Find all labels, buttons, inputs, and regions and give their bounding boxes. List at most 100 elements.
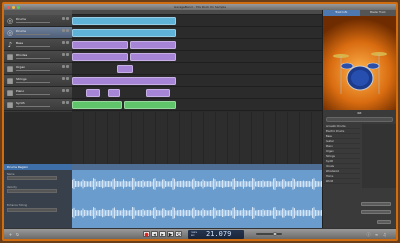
save-button[interactable] [377,220,391,224]
mute-button[interactable] [62,17,65,20]
zoom-button[interactable] [17,5,20,9]
track-volume-slider[interactable] [16,70,50,71]
solo-button[interactable] [66,53,69,56]
add-track-icon[interactable]: + [8,232,13,237]
track-row[interactable]: ▦ Strings [4,75,72,87]
cycle-button[interactable]: ⟲ [175,231,182,238]
midi-region[interactable] [72,41,128,49]
audio-region[interactable] [72,101,122,109]
media-icon[interactable]: ♫ [382,232,387,237]
loop-icon[interactable]: ∞ [374,232,379,237]
waveform-display[interactable] [72,170,322,228]
editor-title: Drums Region [4,164,72,170]
audio-region[interactable] [72,29,176,37]
midi-region[interactable] [130,53,176,61]
waveform-bar [118,181,120,187]
volume-knob[interactable] [273,232,277,236]
waveform-bar [255,181,256,187]
waveform-bar [148,209,150,217]
mute-button[interactable] [62,89,65,92]
play-button[interactable]: ▶ [167,231,174,238]
track-volume-slider[interactable] [16,58,50,59]
audio-region[interactable] [72,17,176,25]
waveform-bar [204,180,205,188]
master-volume-slider[interactable] [256,232,282,236]
mute-button[interactable] [62,101,65,104]
rewind-button[interactable]: ◂ [151,231,158,238]
midi-region[interactable] [108,89,120,97]
solo-button[interactable] [66,65,69,68]
track-volume-slider[interactable] [16,106,50,107]
midi-region[interactable] [72,53,128,61]
waveform-bar [96,181,97,187]
waveform-bar [138,210,139,216]
waveform-bar [210,210,211,216]
transport-bar: + ↻ ● ◂ ▸ ▶ ⟲ TEMPO KEY 21.079 ⓘ ∞ ♫ [4,228,396,239]
waveform-bar [271,181,273,187]
solo-button[interactable] [66,41,69,44]
library-popup-button[interactable] [361,202,391,206]
waveform-bar [174,178,175,190]
solo-button[interactable] [66,17,69,20]
library-item[interactable]: World [324,179,360,184]
mute-button[interactable] [62,29,65,32]
midi-region[interactable] [72,77,176,85]
solo-button[interactable] [66,29,69,32]
track-volume-slider[interactable] [16,94,50,95]
arrangement-area[interactable] [72,15,322,115]
loop-browser-icon[interactable]: ↻ [15,232,20,237]
track-row-selected[interactable]: ◎ Drums [4,27,72,39]
waveform-bar [303,180,304,188]
solo-button[interactable] [66,89,69,92]
name-field[interactable] [7,176,57,180]
mute-button[interactable] [62,77,65,80]
track-volume-slider[interactable] [16,22,50,23]
waveform-bar [229,210,231,216]
record-button[interactable]: ● [143,231,150,238]
library-popup-button[interactable] [361,210,391,214]
waveform-bar [103,180,105,188]
waveform-bar [88,181,90,187]
track-row[interactable]: ◎ Drums [4,15,72,27]
minimize-button[interactable] [12,5,15,9]
track-editor: Drums Region Name Velocity Enhance Timin… [4,164,322,228]
waveform-bar [102,179,103,189]
track-row[interactable]: ♪ Bass [4,39,72,51]
fast-forward-button[interactable]: ▸ [159,231,166,238]
window-title: GarageBand - 70s Rock 01 Sample [173,5,227,9]
waveform-bar [294,208,295,218]
waveform-bar [253,178,255,190]
waveform-bar [163,179,165,189]
mute-button[interactable] [62,65,65,68]
info-icon[interactable]: ⓘ [366,232,371,237]
close-button[interactable] [7,5,10,9]
waveform-bar [132,178,133,190]
waveform-bar [279,181,280,187]
library-search-field[interactable] [326,117,393,122]
waveform-bar [208,210,210,216]
track-volume-slider[interactable] [16,46,50,47]
midi-region[interactable] [117,65,133,73]
track-row[interactable]: ▦ Synth [4,99,72,111]
track-volume-slider[interactable] [16,82,50,83]
track-row[interactable]: ▦ Rhodes [4,51,72,63]
track-row[interactable]: ▦ Piano [4,87,72,99]
mute-button[interactable] [62,53,65,56]
track-volume-slider[interactable] [16,34,50,35]
waveform-bar [259,209,261,217]
solo-button[interactable] [66,101,69,104]
lcd-display[interactable]: TEMPO KEY 21.079 [188,230,244,239]
track-row[interactable]: ▦ Organ [4,63,72,75]
midi-region[interactable] [86,89,100,97]
midi-region[interactable] [130,41,176,49]
solo-button[interactable] [66,77,69,80]
library-subcategory-list[interactable] [362,124,396,194]
audio-region[interactable] [124,101,176,109]
midi-region[interactable] [146,89,170,97]
waveform-bar [235,180,237,188]
waveform-bar [181,181,183,187]
mute-button[interactable] [62,41,65,44]
drum-kit-icon [333,52,387,94]
timing-field[interactable] [7,208,57,212]
velocity-field[interactable] [7,189,57,193]
